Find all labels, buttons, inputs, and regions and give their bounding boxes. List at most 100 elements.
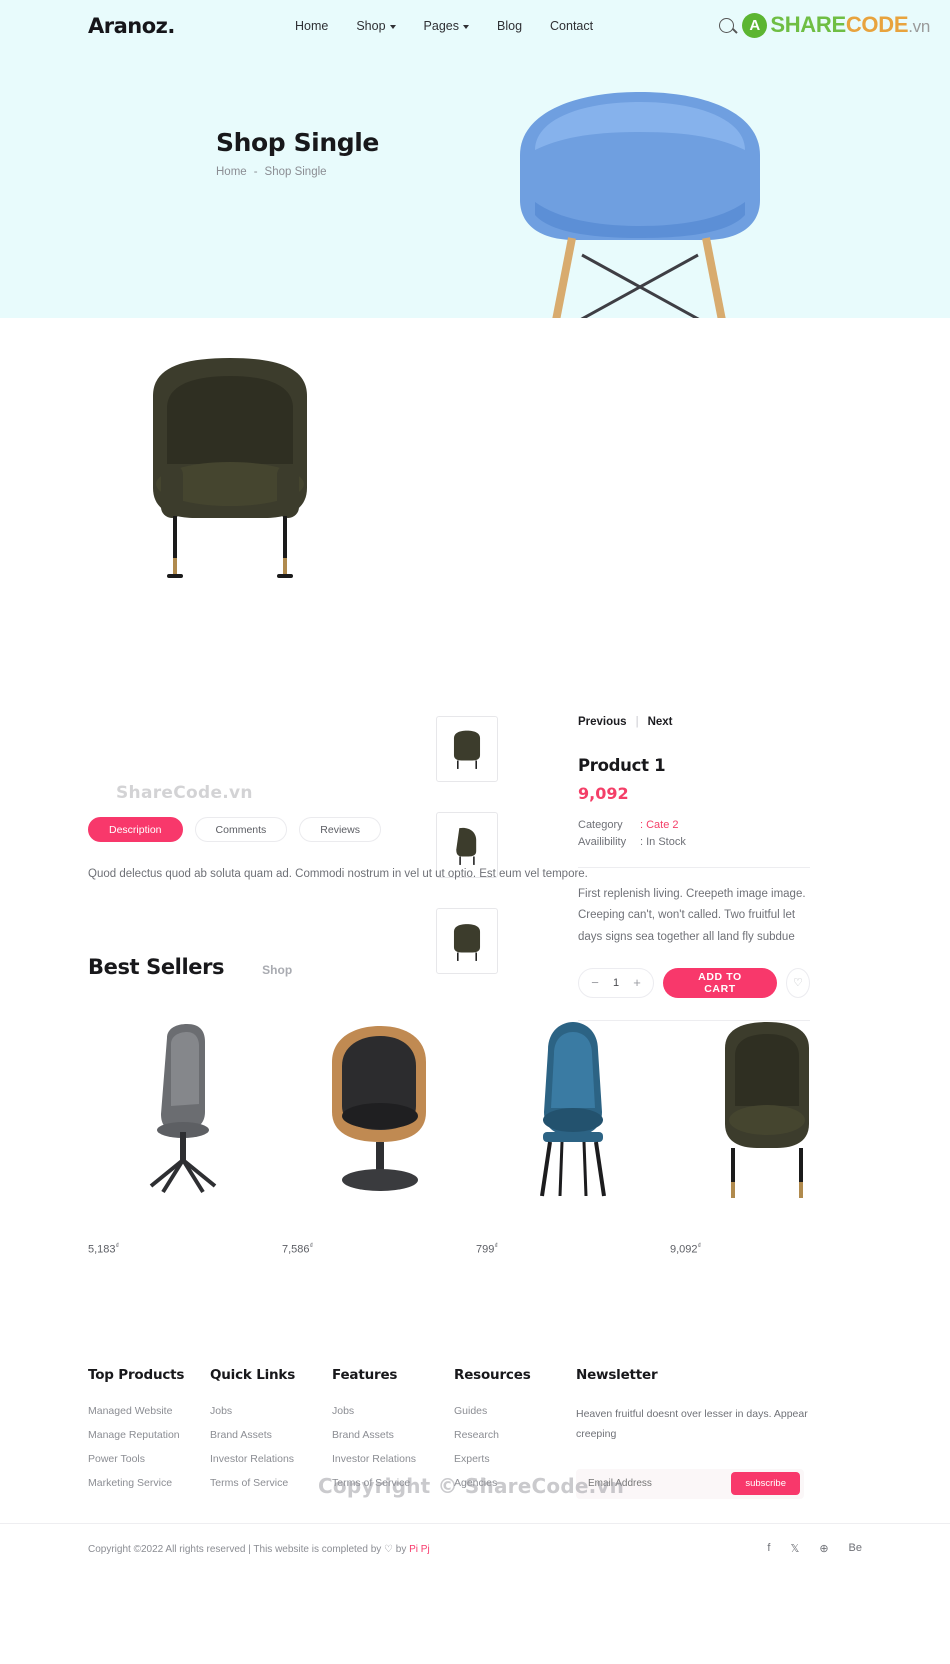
- footer-link[interactable]: Experts: [454, 1453, 576, 1465]
- swivel-chair-icon: [332, 1026, 426, 1191]
- footer-link[interactable]: Investor Relations: [210, 1453, 332, 1465]
- hero-section: Aranoz. Home Shop Pages Blog Contact A S…: [0, 0, 950, 318]
- quantity-stepper[interactable]: − +: [578, 967, 654, 998]
- newsletter-form: subscribe: [576, 1468, 804, 1499]
- footer-link[interactable]: Power Tools: [88, 1453, 210, 1465]
- quantity-decrease-button[interactable]: −: [585, 976, 605, 989]
- search-icon[interactable]: [719, 17, 735, 33]
- footer-column-quick-links: Quick Links Jobs Brand Assets Investor R…: [210, 1367, 332, 1501]
- product-card[interactable]: 5,183₫: [88, 1020, 282, 1256]
- chevron-down-icon: [389, 25, 396, 29]
- nav-label: Blog: [497, 19, 523, 33]
- armchair-icon: [725, 1022, 809, 1198]
- header-right-group: A SHARECODE.vn: [719, 12, 930, 38]
- product-card-price: 799₫: [476, 1243, 670, 1256]
- product-card-price: 9,092₫: [670, 1243, 864, 1256]
- footer-link[interactable]: Marketing Service: [88, 1477, 210, 1489]
- copyright-text: Copyright ©2022 All rights reserved | Th…: [88, 1544, 430, 1555]
- best-sellers-header: Best Sellers Shop: [88, 955, 292, 979]
- twitter-icon[interactable]: 𝕏: [790, 1542, 799, 1555]
- product-card[interactable]: 7,586₫: [282, 1020, 476, 1256]
- previous-product-link[interactable]: Previous: [578, 716, 627, 728]
- office-chair-icon: [149, 1024, 217, 1194]
- product-title: Product 1: [578, 756, 666, 775]
- footer-link[interactable]: Terms of Service: [210, 1477, 332, 1489]
- availability-value: : In Stock: [640, 836, 686, 849]
- breadcrumb-home[interactable]: Home: [216, 166, 247, 178]
- tab-reviews[interactable]: Reviews: [299, 817, 381, 842]
- currency-symbol: ₫: [309, 1243, 314, 1250]
- footer-column-top-products: Top Products Managed Website Manage Repu…: [88, 1367, 210, 1501]
- product-card-image[interactable]: [282, 1020, 476, 1210]
- behance-icon[interactable]: Be: [849, 1542, 862, 1555]
- brand-logo[interactable]: Aranoz.: [88, 14, 175, 38]
- breadcrumb: Home - Shop Single: [216, 166, 327, 178]
- product-card[interactable]: 9,092₫: [670, 1020, 864, 1256]
- best-sellers-title: Best Sellers: [88, 955, 225, 979]
- footer-heading: Features: [332, 1367, 398, 1383]
- nav-label: Shop: [356, 19, 386, 33]
- product-info-panel: Previous | Next Product 1 9,092 Category…: [578, 716, 810, 1021]
- product-card-image[interactable]: [670, 1020, 864, 1210]
- wishlist-heart-icon[interactable]: ♡: [785, 967, 810, 998]
- footer-link[interactable]: Manage Reputation: [88, 1429, 210, 1441]
- product-card[interactable]: 799₫: [476, 1020, 670, 1256]
- quantity-input[interactable]: [605, 976, 627, 989]
- chair-thumb-side-icon: [456, 827, 477, 865]
- quantity-increase-button[interactable]: +: [627, 976, 647, 989]
- price-value: 5,183: [88, 1243, 116, 1256]
- footer-columns: Top Products Managed Website Manage Repu…: [88, 1367, 816, 1501]
- product-pagination: Previous | Next: [578, 716, 810, 728]
- nav-item-shop[interactable]: Shop: [356, 19, 396, 33]
- sharecode-mark-icon: A: [742, 12, 768, 38]
- social-links: f 𝕏 ⊕ Be: [767, 1542, 862, 1555]
- footer-link[interactable]: Jobs: [210, 1405, 332, 1417]
- sharecode-watermark-logo: A SHARECODE.vn: [742, 12, 930, 38]
- footer-link[interactable]: Brand Assets: [210, 1429, 332, 1441]
- product-thumbnail[interactable]: [436, 908, 498, 974]
- author-link[interactable]: Pi Pj: [409, 1544, 430, 1555]
- footer-link[interactable]: Terms of Service: [332, 1477, 454, 1489]
- footer-link[interactable]: Investor Relations: [332, 1453, 454, 1465]
- product-card-image[interactable]: [476, 1020, 670, 1210]
- copyright-mid: by: [393, 1544, 410, 1555]
- nav-item-pages[interactable]: Pages: [424, 19, 469, 33]
- product-card-image[interactable]: [88, 1020, 282, 1210]
- product-thumbnail-list: [436, 716, 498, 1004]
- footer-column-newsletter: Newsletter Heaven fruitful doesnt over l…: [576, 1367, 816, 1501]
- email-field[interactable]: [588, 1478, 732, 1490]
- product-thumbnail[interactable]: [436, 716, 498, 782]
- tab-description[interactable]: Description: [88, 817, 183, 842]
- currency-symbol: ₫: [494, 1243, 498, 1250]
- tab-comments[interactable]: Comments: [194, 817, 288, 842]
- product-meta: Category : Cate 2 Availibility : In Stoc…: [578, 817, 810, 851]
- product-card-price: 7,586₫: [282, 1243, 476, 1256]
- category-value[interactable]: : Cate 2: [640, 817, 679, 834]
- footer-link[interactable]: Research: [454, 1429, 576, 1441]
- nav-item-contact[interactable]: Contact: [550, 19, 593, 33]
- product-card-price: 5,183₫: [88, 1243, 282, 1256]
- footer-link[interactable]: Managed Website: [88, 1405, 210, 1417]
- availability-label: Availibility: [578, 836, 627, 849]
- nav-item-blog[interactable]: Blog: [497, 19, 522, 33]
- nav-item-home[interactable]: Home: [295, 19, 328, 33]
- footer-heading: Quick Links: [210, 1367, 296, 1383]
- footer-link[interactable]: Jobs: [332, 1405, 454, 1417]
- sharecode-wordmark: SHARECODE.vn: [770, 12, 930, 37]
- divider: [578, 867, 810, 869]
- nav-label: Home: [295, 19, 329, 33]
- footer-link[interactable]: Guides: [454, 1405, 576, 1417]
- footer-heading: Newsletter: [576, 1367, 658, 1383]
- subscribe-button[interactable]: subscribe: [731, 1472, 800, 1496]
- globe-icon[interactable]: ⊕: [819, 1542, 828, 1555]
- facebook-icon[interactable]: f: [767, 1542, 770, 1555]
- next-product-link[interactable]: Next: [648, 716, 673, 728]
- currency-symbol: ₫: [115, 1243, 120, 1250]
- footer-link[interactable]: Agencies: [454, 1477, 576, 1489]
- footer-column-resources: Resources Guides Research Experts Agenci…: [454, 1367, 576, 1501]
- add-to-cart-button[interactable]: ADD TO CART: [663, 967, 777, 998]
- product-price: 9,092: [578, 784, 629, 803]
- footer-link[interactable]: Brand Assets: [332, 1429, 454, 1441]
- product-main-image[interactable]: [115, 356, 345, 591]
- add-to-cart-row: − + ADD TO CART ♡: [578, 967, 810, 998]
